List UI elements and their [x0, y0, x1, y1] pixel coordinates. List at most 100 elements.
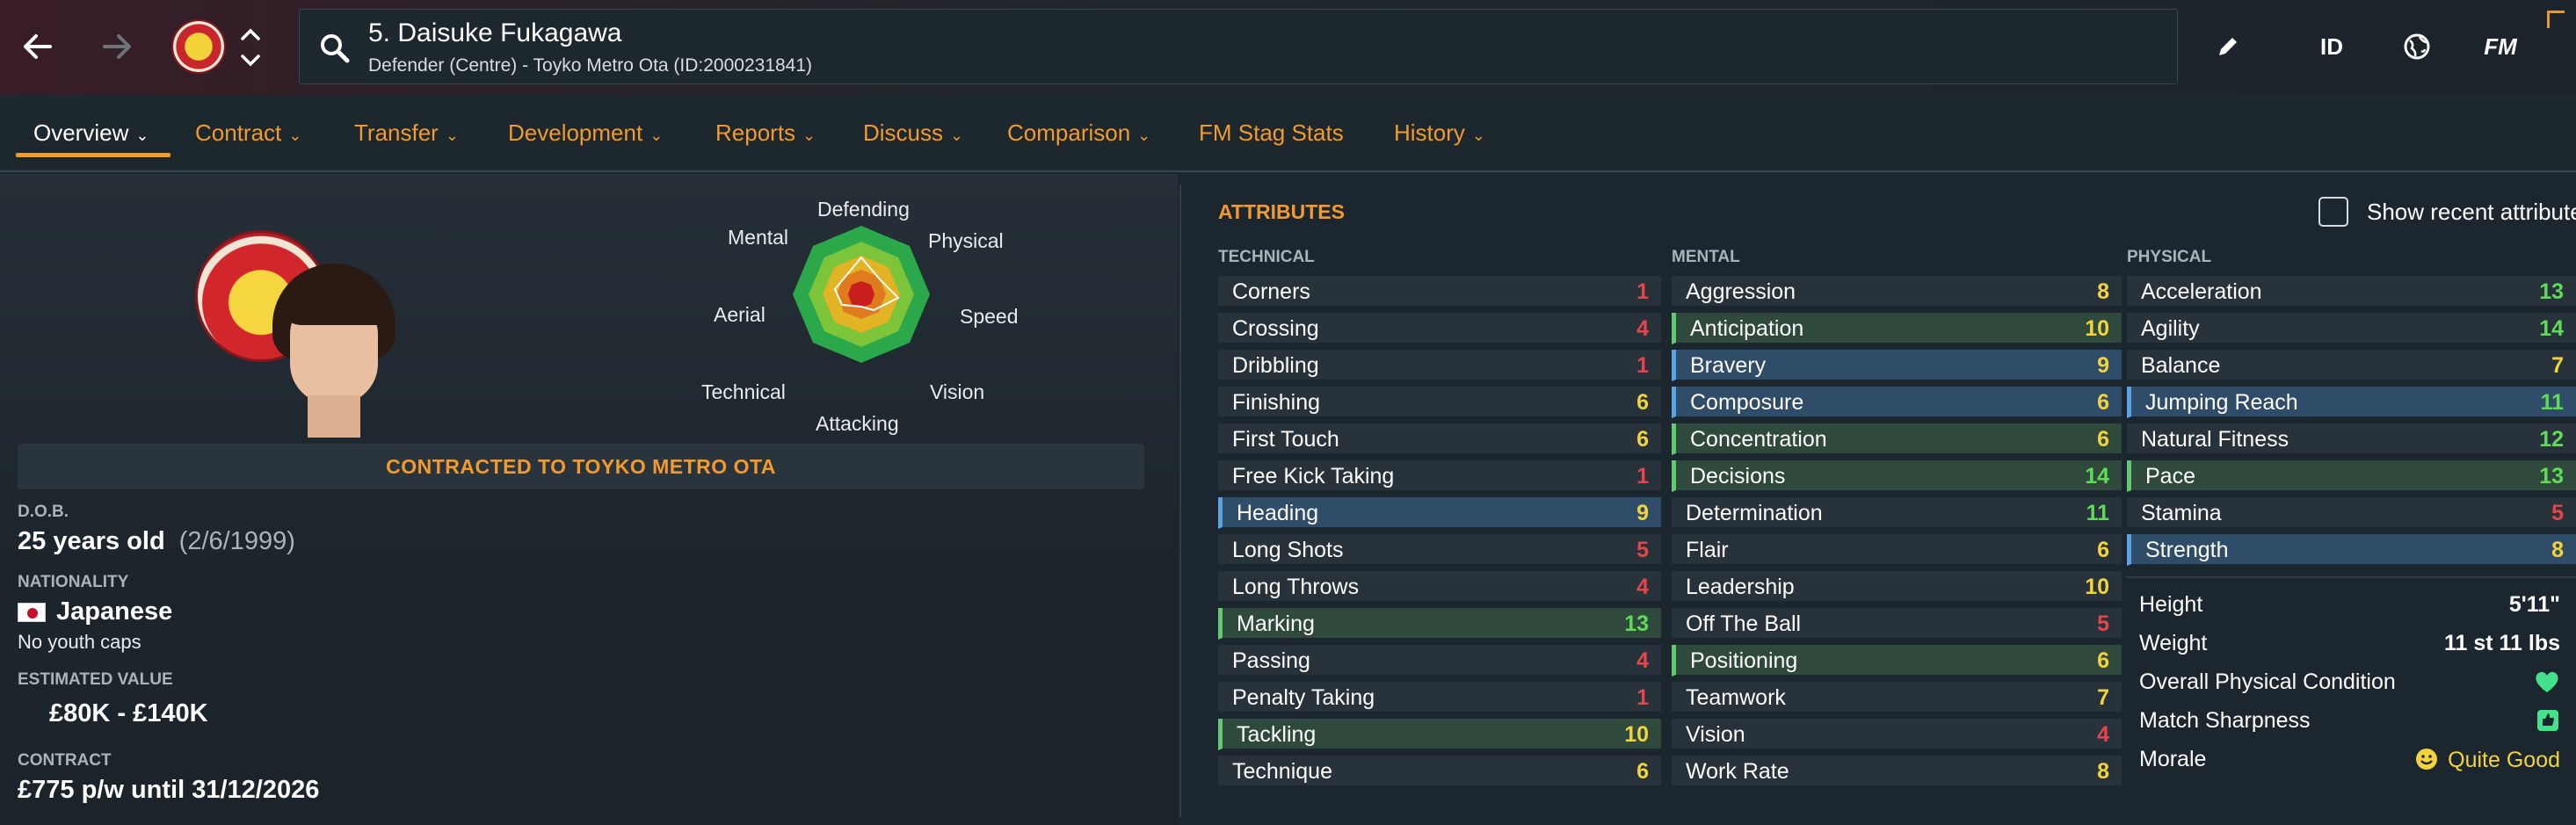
- tab-reports[interactable]: Reports ⌄: [715, 119, 816, 147]
- attribute-row-penalty-taking[interactable]: Penalty Taking 1: [1218, 682, 1661, 713]
- globe-button[interactable]: [2395, 26, 2439, 67]
- attribute-row-determination[interactable]: Determination 11: [1672, 497, 2122, 529]
- attribute-row-vision[interactable]: Vision 4: [1672, 719, 2122, 750]
- tab-history[interactable]: History ⌄: [1394, 119, 1485, 147]
- attribute-row-passing[interactable]: Passing 4: [1218, 645, 1661, 677]
- tab-discuss[interactable]: Discuss ⌄: [863, 119, 963, 147]
- attribute-name: Technique: [1232, 759, 1332, 784]
- panel-divider: [1179, 185, 1181, 817]
- attribute-row-agility[interactable]: Agility 14: [2127, 313, 2576, 344]
- attribute-name: Strength: [2145, 538, 2229, 562]
- attribute-row-leadership[interactable]: Leadership 10: [1672, 571, 2122, 603]
- attribute-row-first-touch[interactable]: First Touch 6: [1218, 423, 1661, 455]
- attribute-row-long-throws[interactable]: Long Throws 4: [1218, 571, 1661, 603]
- attribute-value: 1: [1636, 464, 1649, 488]
- attribute-value: 6: [1636, 427, 1649, 452]
- physical-info-label: Weight: [2139, 631, 2208, 655]
- attribute-name: Marking: [1237, 612, 1315, 636]
- player-search-panel[interactable]: 5. Daisuke Fukagawa Defender (Centre) - …: [299, 9, 2178, 84]
- attribute-row-aggression[interactable]: Aggression 8: [1672, 276, 2122, 308]
- attribute-row-long-shots[interactable]: Long Shots 5: [1218, 534, 1661, 566]
- tab-comparison[interactable]: Comparison ⌄: [1007, 119, 1150, 147]
- attribute-radar[interactable]: Defending Physical Speed Vision Attackin…: [694, 198, 1046, 444]
- nationality-label: NATIONALITY: [18, 573, 129, 591]
- tab-development[interactable]: Development ⌄: [508, 119, 663, 147]
- attribute-row-acceleration[interactable]: Acceleration 13: [2127, 276, 2576, 308]
- attribute-row-dribbling[interactable]: Dribbling 1: [1218, 350, 1661, 381]
- radar-label-speed: Speed: [960, 305, 1019, 328]
- back-button[interactable]: [16, 25, 60, 69]
- fm-menu-button[interactable]: FM: [2474, 26, 2527, 67]
- show-recent-checkbox[interactable]: [2318, 197, 2348, 227]
- attribute-name: Long Shots: [1232, 538, 1344, 562]
- nationality-value[interactable]: Japanese: [18, 597, 172, 626]
- attribute-row-stamina[interactable]: Stamina 5: [2127, 497, 2576, 529]
- attribute-row-corners[interactable]: Corners 1: [1218, 276, 1661, 308]
- id-button[interactable]: ID: [2310, 26, 2354, 67]
- attribute-row-strength[interactable]: Strength 8: [2127, 534, 2576, 566]
- forward-button[interactable]: [95, 25, 139, 69]
- search-icon[interactable]: [317, 31, 352, 66]
- japan-flag-icon: [18, 603, 46, 623]
- mental-header: MENTAL: [1672, 248, 1740, 266]
- dob-value: 25 years old (2/6/1999): [18, 527, 295, 555]
- attribute-row-jumping-reach[interactable]: Jumping Reach 11: [2127, 387, 2576, 418]
- attributes-title: ATTRIBUTES: [1218, 200, 1345, 223]
- attribute-row-positioning[interactable]: Positioning 6: [1672, 645, 2122, 677]
- attribute-name: Free Kick Taking: [1232, 464, 1395, 488]
- attribute-row-decisions[interactable]: Decisions 14: [1672, 460, 2122, 492]
- attribute-row-free-kick-taking[interactable]: Free Kick Taking 1: [1218, 460, 1661, 492]
- attribute-row-composure[interactable]: Composure 6: [1672, 387, 2122, 418]
- attribute-row-tackling[interactable]: Tackling 10: [1218, 719, 1661, 750]
- back-arrow-icon: [24, 34, 52, 59]
- attribute-name: Off The Ball: [1686, 612, 1802, 636]
- attribute-name: Pace: [2145, 464, 2195, 488]
- tab-overview[interactable]: Overview ⌄: [33, 119, 149, 147]
- attribute-name: Balance: [2141, 353, 2221, 378]
- estimated-value-label: ESTIMATED VALUE: [18, 670, 173, 689]
- attribute-value: 8: [2097, 279, 2109, 304]
- attribute-value: 4: [1636, 575, 1649, 599]
- show-recent-label[interactable]: Show recent attributes: [2367, 199, 2576, 226]
- club-badge-icon[interactable]: [171, 19, 226, 74]
- tab-transfer[interactable]: Transfer ⌄: [354, 119, 459, 147]
- attribute-row-marking[interactable]: Marking 13: [1218, 608, 1661, 640]
- attribute-name: Stamina: [2141, 501, 2222, 525]
- attribute-row-off-the-ball[interactable]: Off The Ball 5: [1672, 608, 2122, 640]
- physical-info-height: Height 5'11": [2127, 587, 2576, 622]
- attribute-value: 4: [2097, 722, 2109, 747]
- attribute-name: Teamwork: [1686, 685, 1786, 710]
- attribute-row-flair[interactable]: Flair 6: [1672, 534, 2122, 566]
- physical-header: PHYSICAL: [2127, 248, 2212, 266]
- attribute-row-natural-fitness[interactable]: Natural Fitness 12: [2127, 423, 2576, 455]
- attribute-name: Long Throws: [1232, 575, 1360, 599]
- attribute-row-work-rate[interactable]: Work Rate 8: [1672, 756, 2122, 787]
- attribute-row-crossing[interactable]: Crossing 4: [1218, 313, 1661, 344]
- attribute-value: 14: [2085, 464, 2109, 488]
- attribute-value: 4: [1636, 316, 1649, 341]
- attribute-row-pace[interactable]: Pace 13: [2127, 460, 2576, 492]
- attribute-name: Decisions: [1690, 464, 1786, 488]
- attribute-row-balance[interactable]: Balance 7: [2127, 350, 2576, 381]
- attribute-row-finishing[interactable]: Finishing 6: [1218, 387, 1661, 418]
- attribute-name: Vision: [1686, 722, 1745, 747]
- contract-banner[interactable]: CONTRACTED TO TOYKO METRO OTA: [18, 444, 1144, 489]
- attribute-row-teamwork[interactable]: Teamwork 7: [1672, 682, 2122, 713]
- physical-info-match-sharpness: Match Sharpness: [2127, 703, 2576, 738]
- attribute-row-heading[interactable]: Heading 9: [1218, 497, 1661, 529]
- attribute-value: 9: [2097, 353, 2109, 378]
- attribute-row-bravery[interactable]: Bravery 9: [1672, 350, 2122, 381]
- chevron-down-icon: ⌄: [288, 127, 302, 144]
- attribute-row-concentration[interactable]: Concentration 6: [1672, 423, 2122, 455]
- attribute-value: 6: [1636, 759, 1649, 784]
- edit-button[interactable]: [2206, 26, 2250, 67]
- attribute-row-technique[interactable]: Technique 6: [1218, 756, 1661, 787]
- tab-fm-stag-stats[interactable]: FM Stag Stats: [1199, 119, 1344, 147]
- attribute-value: 1: [1636, 685, 1649, 710]
- radar-label-technical: Technical: [701, 380, 786, 403]
- attribute-row-anticipation[interactable]: Anticipation 10: [1672, 313, 2122, 344]
- attribute-value: 7: [2097, 685, 2109, 710]
- player-photo: [264, 264, 404, 438]
- tab-contract[interactable]: Contract ⌄: [195, 119, 301, 147]
- switch-arrows-icon[interactable]: [239, 25, 262, 70]
